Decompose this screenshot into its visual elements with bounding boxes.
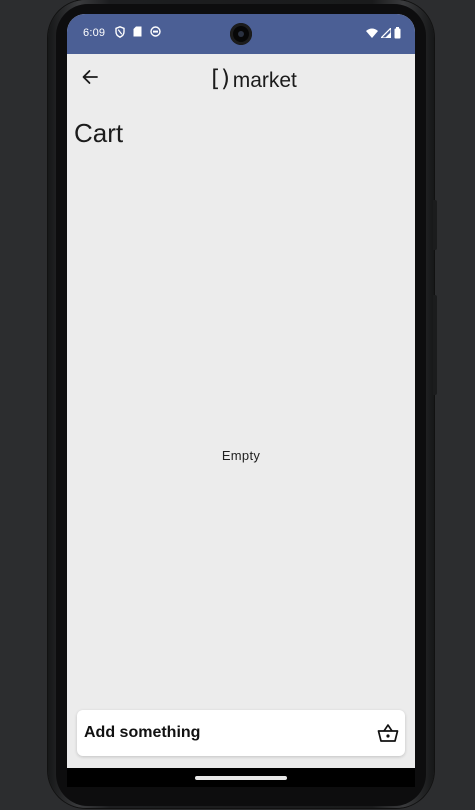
status-icons-left	[115, 26, 161, 38]
device-frame: 6:09 [) market Cart Empty Add something	[0, 0, 475, 810]
app-logo: [) market	[208, 66, 297, 92]
app-bar: [) market	[67, 54, 415, 110]
front-camera	[230, 23, 252, 45]
sd-card-icon	[133, 26, 142, 38]
power-button	[433, 200, 437, 250]
arrow-back-icon	[82, 70, 98, 84]
gesture-nav-bar	[67, 768, 415, 787]
empty-state-message: Empty	[221, 448, 261, 463]
status-icons-right	[366, 27, 401, 39]
volume-button	[433, 295, 437, 395]
status-bar: 6:09	[67, 14, 415, 54]
cell-signal-icon	[381, 28, 391, 38]
add-something-label: Add something	[84, 724, 201, 741]
battery-icon	[394, 27, 401, 39]
back-button[interactable]	[79, 66, 101, 88]
logo-mark: [)	[208, 66, 233, 92]
logo-text: market	[232, 69, 297, 92]
page-title: Cart	[74, 118, 124, 148]
wifi-icon	[366, 28, 378, 38]
storage-icon	[150, 26, 161, 38]
status-time: 6:09	[83, 27, 106, 39]
basket-icon	[377, 722, 399, 744]
add-something-button[interactable]: Add something	[77, 710, 405, 756]
app-screen: 6:09 [) market Cart Empty Add something	[67, 14, 415, 787]
vpn-shield-icon	[115, 26, 125, 38]
home-gesture-handle[interactable]	[195, 776, 287, 780]
